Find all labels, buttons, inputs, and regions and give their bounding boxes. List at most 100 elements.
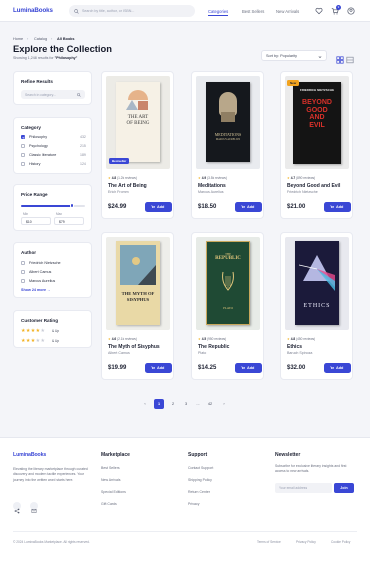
show-more-authors-link[interactable]: Show 24 more → [21, 288, 51, 292]
privacy-link[interactable]: Privacy Policy [296, 540, 316, 544]
book-cover[interactable]: MEDITATIONS MARCUS AURELIUS [196, 76, 260, 169]
product-author[interactable]: Marcus Aurelius [198, 190, 224, 194]
cover-text: FRIEDRICH [299, 88, 317, 92]
footer-link[interactable]: Privacy [188, 502, 199, 506]
book-cover[interactable]: THE MYTH OF SISYPHUS [106, 237, 170, 330]
pagination-page-3[interactable]: 3 [181, 399, 191, 409]
footer-link[interactable]: Special Editions [101, 490, 126, 494]
footer-link[interactable]: New Arrivals [101, 478, 120, 482]
footer-marketplace-title: Marketplace [101, 452, 130, 458]
product-title[interactable]: The Art of Being [108, 183, 147, 189]
heart-icon[interactable] [315, 7, 323, 15]
breadcrumb-home[interactable]: Home [13, 37, 23, 41]
cover-text: EVIL [309, 121, 325, 129]
product-card[interactable]: ETHICS ★ 4.8 (450 reviews) Ethics Baruch… [280, 232, 353, 380]
page-title: Explore the Collection [13, 43, 112, 54]
add-to-cart-button[interactable]: Add [235, 202, 262, 212]
product-card[interactable]: THE ART OF BEING Bestseller ★ 4.8 (1.2k r… [101, 71, 174, 219]
nav-categories[interactable]: Categories [208, 9, 229, 16]
price-max-label: Max [56, 212, 63, 216]
nav-new-arrivals[interactable]: New Arrivals [276, 9, 299, 14]
product-author[interactable]: Erich Fromm [108, 190, 129, 194]
price-slider-track[interactable] [21, 203, 85, 208]
rating-filter-4-stars[interactable]: ★★★★★ [21, 328, 45, 334]
product-title[interactable]: Meditations [198, 183, 226, 189]
nav-best-sellers[interactable]: Best Sellers [242, 9, 264, 14]
share-button[interactable] [13, 502, 21, 514]
product-title[interactable]: The Myth of Sisyphus [108, 344, 160, 350]
product-author[interactable]: Albert Camus [108, 351, 130, 355]
add-to-cart-button[interactable]: Add [145, 363, 172, 373]
price-max-input[interactable]: $79 [54, 217, 84, 225]
share-icon [14, 508, 20, 514]
pagination-page-42[interactable]: 42 [205, 399, 215, 409]
price-min-input[interactable]: $10 [21, 217, 51, 225]
add-to-cart-button[interactable]: Add [324, 363, 351, 373]
category-search-input[interactable]: Search in category... [21, 90, 85, 99]
search-input[interactable]: Search by title, author, or ISBN... [69, 5, 195, 17]
author-checkbox[interactable] [21, 279, 25, 283]
footer-link[interactable]: Shipping Policy [188, 478, 212, 482]
grid-view-button[interactable] [336, 51, 344, 64]
list-view-button[interactable] [346, 51, 354, 64]
newsletter-text: Subscribe for exclusive literary insight… [275, 464, 347, 474]
sort-select[interactable]: Sort by: Popularity [261, 50, 327, 61]
product-title[interactable]: The Republic [198, 344, 229, 350]
book-cover[interactable]: THE REPUBLIC PLATO [196, 237, 260, 330]
product-title[interactable]: Beyond Good and Evil [287, 183, 340, 189]
pagination-prev[interactable]: ‹ [140, 399, 150, 409]
add-to-cart-button[interactable]: Add [235, 363, 262, 373]
product-card[interactable]: MEDITATIONS MARCUS AURELIUS ★ 4.9 (3.5k r… [191, 71, 264, 219]
footer-link[interactable]: Return Center [188, 490, 210, 494]
product-author[interactable]: Baruch Spinoza [287, 351, 312, 355]
pagination-page-1[interactable]: 1 [154, 399, 164, 409]
book-cover[interactable]: THE ART OF BEING [106, 76, 170, 169]
price-slider-thumb[interactable] [69, 203, 75, 208]
terms-link[interactable]: Terms of Service [257, 540, 281, 544]
footer-link[interactable]: Best Sellers [101, 466, 120, 470]
category-search-placeholder: Search in category... [25, 92, 56, 97]
cookie-link[interactable]: Cookie Policy [331, 540, 350, 544]
category-label: Philosophy [29, 135, 48, 139]
sort-label: Sort by: Popularity [266, 54, 298, 59]
cart-icon [330, 205, 334, 208]
product-card[interactable]: FRIEDRICH NIETZSCHE BEYOND GOOD AND EVIL Ne… [280, 71, 353, 219]
author-title: Author [21, 250, 37, 255]
breadcrumb-catalog[interactable]: Catalog [34, 37, 47, 41]
price-panel: Price Range Min Max $10 $79 [13, 184, 92, 231]
author-checkbox[interactable] [21, 261, 25, 265]
user-icon[interactable] [347, 7, 355, 15]
category-checkbox-classic-literature[interactable] [21, 153, 25, 157]
footer-link[interactable]: Contact Support [188, 466, 213, 470]
pagination-ellipsis: ... [196, 402, 200, 406]
product-title[interactable]: Ethics [287, 344, 302, 350]
breadcrumb-current: All Books [57, 37, 75, 41]
newsletter-email-input[interactable]: Your email address [275, 483, 332, 493]
logo[interactable]: LuminaBooks [13, 7, 53, 14]
footer-link[interactable]: Gift Cards [101, 502, 117, 506]
product-author[interactable]: Friedrich Nietzsche [287, 190, 318, 194]
email-button[interactable] [30, 502, 38, 513]
pagination-next[interactable]: › [219, 399, 229, 409]
rating-title: Customer Rating [21, 318, 59, 323]
product-card[interactable]: THE MYTH OF SISYPHUS ★ 4.6 (2.1k reviews)… [101, 232, 174, 380]
pagination-page-2[interactable]: 2 [168, 399, 178, 409]
author-checkbox[interactable] [21, 270, 25, 274]
category-panel: Category Philosophy 432 Psychology 215 C… [13, 117, 92, 174]
footer-logo[interactable]: LuminaBooks [13, 452, 46, 458]
footer-newsletter-title: Newsletter [275, 452, 301, 458]
product-author[interactable]: Plato [198, 351, 206, 355]
newsletter-join-button[interactable]: Join [334, 483, 354, 493]
search-icon [77, 92, 81, 97]
book-cover[interactable]: FRIEDRICH NIETZSCHE BEYOND GOOD AND EVIL [285, 76, 349, 169]
category-checkbox-psychology[interactable] [21, 144, 25, 148]
add-to-cart-button[interactable]: Add [324, 202, 351, 212]
rating-filter-3-stars[interactable]: ★★★★★ [21, 338, 45, 344]
footer-divider [13, 531, 357, 532]
category-checkbox-philosophy[interactable] [21, 135, 25, 139]
book-cover[interactable]: ETHICS [285, 237, 349, 330]
category-checkbox-history[interactable] [21, 162, 25, 166]
product-card[interactable]: THE REPUBLIC PLATO ★ 4.5 (950 reviews) T… [191, 232, 264, 380]
product-rating: ★ 4.6 (2.1k reviews) [108, 337, 137, 341]
add-to-cart-button[interactable]: Add [145, 202, 172, 212]
